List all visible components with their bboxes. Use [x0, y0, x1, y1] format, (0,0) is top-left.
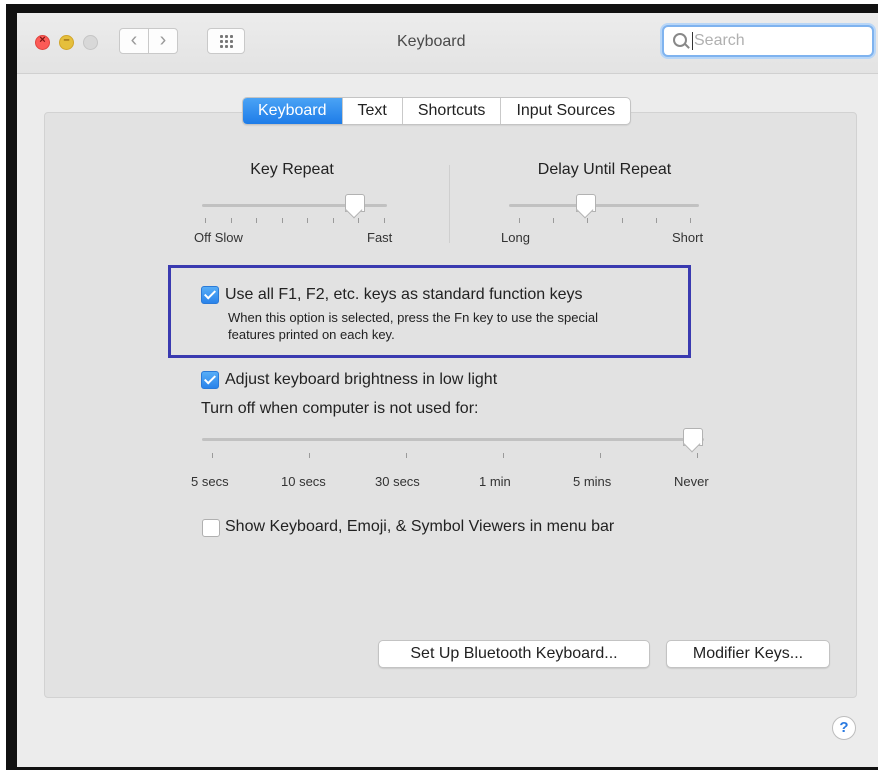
- chevron-right-icon: ›: [159, 29, 167, 51]
- text-caret: [692, 32, 693, 50]
- tick-label-30-secs: 30 secs: [375, 474, 420, 489]
- tab-bar: Keyboard Text Shortcuts Input Sources: [242, 97, 632, 125]
- modifier-keys-button[interactable]: Modifier Keys...: [666, 640, 830, 668]
- tick-label-10-secs: 10 secs: [281, 474, 326, 489]
- turn-off-label: Turn off when computer is not used for:: [201, 400, 479, 417]
- window-title: Keyboard: [397, 33, 466, 50]
- tab-shortcuts[interactable]: Shortcuts: [403, 98, 502, 124]
- function-keys-label[interactable]: Use all F1, F2, etc. keys as standard fu…: [225, 286, 583, 304]
- key-repeat-ticks: [205, 218, 385, 223]
- slider-divider: [449, 165, 450, 243]
- function-keys-checkbox[interactable]: [201, 286, 219, 304]
- back-button[interactable]: ‹: [119, 28, 149, 54]
- turn-off-ticks: [212, 453, 698, 458]
- turn-off-slider-thumb[interactable]: [683, 428, 703, 446]
- brightness-label[interactable]: Adjust keyboard brightness in low light: [225, 371, 497, 389]
- tick-label-5-mins: 5 mins: [573, 474, 612, 489]
- tick-label-1-min: 1 min: [479, 474, 511, 489]
- brightness-checkbox[interactable]: [201, 371, 219, 389]
- setup-bluetooth-keyboard-button[interactable]: Set Up Bluetooth Keyboard...: [378, 640, 650, 668]
- key-repeat-slider-thumb[interactable]: [344, 194, 365, 212]
- show-all-button[interactable]: [207, 28, 245, 54]
- tick-label-never: Never: [674, 474, 709, 489]
- delay-until-repeat-title: Delay Until Repeat: [537, 161, 672, 178]
- key-repeat-title: Key Repeat: [250, 161, 334, 178]
- search-placeholder: Search: [694, 32, 745, 49]
- viewers-label[interactable]: Show Keyboard, Emoji, & Symbol Viewers i…: [225, 518, 614, 536]
- title-bar: × – ‹ › Keyboard Search: [17, 13, 878, 74]
- tick-label-5-secs: 5 secs: [191, 474, 229, 489]
- viewers-checkbox[interactable]: [202, 519, 220, 537]
- delay-until-repeat-max-label: Short: [672, 230, 704, 245]
- key-repeat-min-label: Off Slow: [194, 230, 243, 245]
- help-button[interactable]: ?: [832, 716, 856, 740]
- tab-input-sources[interactable]: Input Sources: [501, 98, 630, 124]
- close-window-button[interactable]: ×: [35, 34, 50, 50]
- delay-until-repeat-slider-thumb[interactable]: [576, 194, 596, 212]
- minimize-window-button[interactable]: –: [59, 34, 74, 50]
- zoom-window-button[interactable]: [83, 35, 98, 50]
- function-keys-note-line1: When this option is selected, press the …: [228, 310, 598, 325]
- tab-keyboard[interactable]: Keyboard: [243, 98, 343, 124]
- search-icon: [673, 33, 687, 47]
- preferences-window: × – ‹ › Keyboard Search Keyboard Text Sh…: [17, 13, 878, 767]
- chevron-left-icon: ‹: [130, 29, 138, 51]
- key-repeat-max-label: Fast: [367, 230, 393, 245]
- turn-off-track[interactable]: [202, 438, 704, 441]
- tab-text[interactable]: Text: [343, 98, 403, 124]
- close-icon: ×: [39, 34, 46, 46]
- search-field[interactable]: Search: [662, 25, 874, 57]
- delay-until-repeat-ticks: [519, 218, 691, 223]
- function-keys-note-line2: features printed on each key.: [228, 327, 395, 342]
- minimize-icon: –: [63, 34, 70, 46]
- delay-until-repeat-min-label: Long: [501, 230, 530, 245]
- delay-until-repeat-track[interactable]: [509, 204, 699, 207]
- forward-button[interactable]: ›: [148, 28, 178, 54]
